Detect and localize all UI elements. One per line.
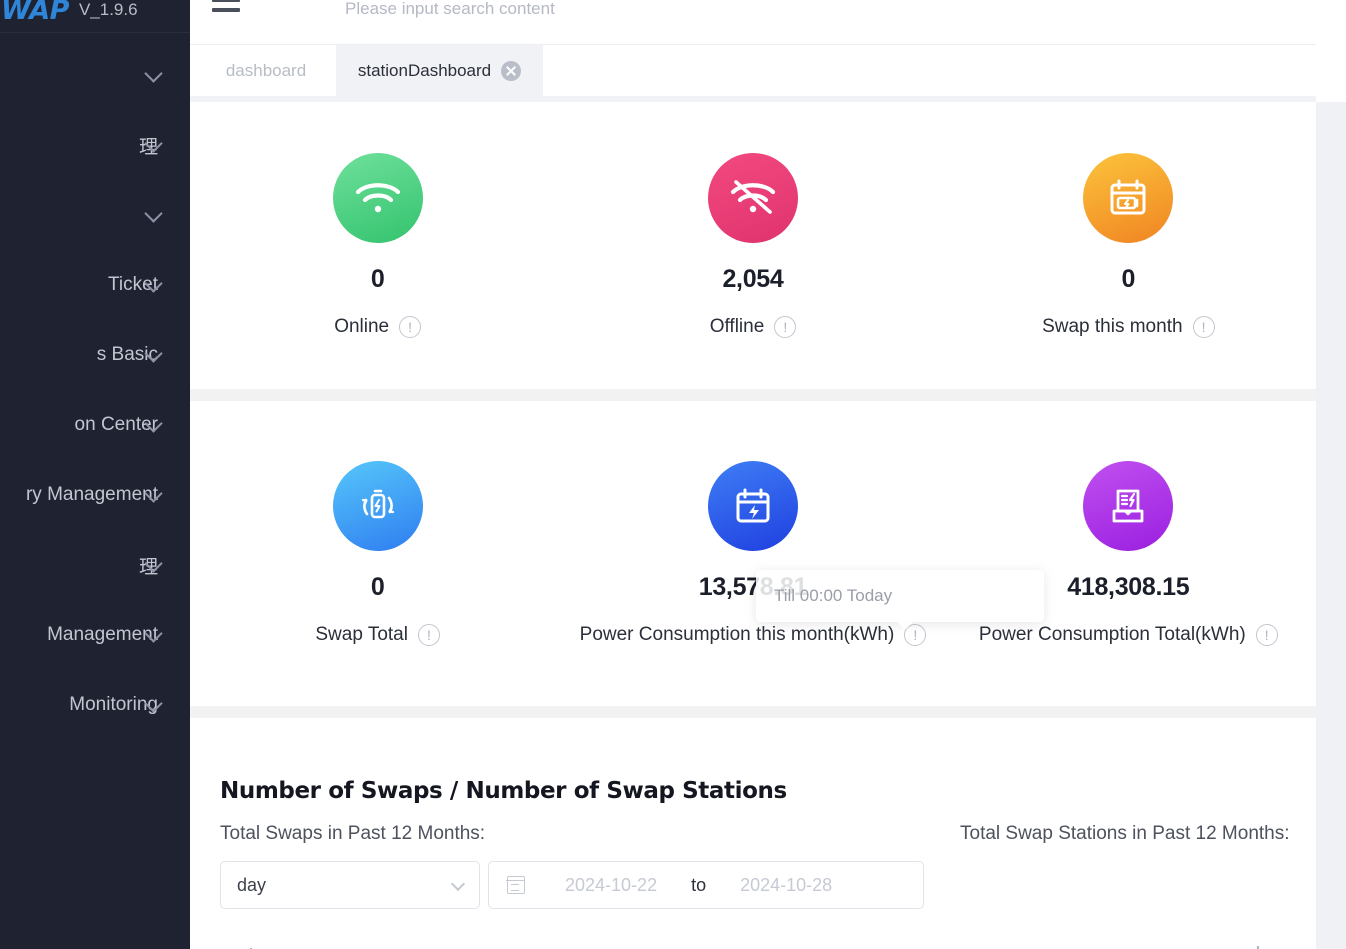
stat-label: Swap this month: [1042, 316, 1183, 337]
sidebar-item-battery-management[interactable]: ry Management: [0, 460, 190, 530]
sidebar-item-label: 理: [138, 556, 158, 578]
power-meter-icon: [1083, 461, 1174, 551]
total-swaps-label: Total Swaps in Past 12 Months:: [220, 823, 486, 844]
stat-swap-this-month: 0 Swap this month: [941, 102, 1316, 389]
wifi-icon: [332, 153, 423, 243]
stat-value: 0: [370, 265, 385, 293]
stat-value: 13,578.81: [698, 573, 808, 601]
stat-power-this-month: 13,578.81 Power Consumption this month(k…: [565, 401, 940, 706]
granularity-value: day: [237, 874, 267, 895]
tab-bar: dashboard stationDashboard: [190, 45, 1346, 96]
stat-label: Swap Total: [315, 624, 408, 645]
calendar-bolt-icon: [707, 461, 798, 551]
date-start-input[interactable]: 2024-10-22: [565, 875, 657, 896]
granularity-select[interactable]: day: [220, 861, 480, 909]
stat-label-row: Power Consumption Total(kWh): [979, 624, 1278, 646]
gutter-top-filler: [1316, 0, 1346, 102]
sidebar-item-label: ry Management: [25, 484, 158, 505]
sidebar: SWAP V_1.9.6 理 Ticket s Basic: [0, 0, 190, 949]
sidebar-logo[interactable]: SWAP V_1.9.6: [0, 0, 190, 28]
total-stations-label: Total Swap Stations in Past 12 Months:: [960, 823, 1290, 844]
stats-card-row-2: 0 Swap Total ! 13,578.81 Power Consumpti…: [190, 401, 1316, 706]
sidebar-item-label: s Basic: [96, 344, 158, 365]
sidebar-item-1[interactable]: 理: [0, 110, 190, 180]
info-icon[interactable]: [1255, 624, 1278, 646]
stat-value: 0: [1121, 265, 1136, 293]
main-area: dashboard stationDashboard: [190, 0, 1346, 949]
stat-label-row: Offline: [710, 316, 797, 338]
vertical-scrollbar[interactable]: [1328, 102, 1336, 632]
sidebar-item-label: 理: [138, 136, 158, 158]
calendar-icon: [506, 876, 525, 894]
info-icon[interactable]: [399, 316, 422, 338]
sidebar-item-0[interactable]: [0, 40, 190, 110]
stat-power-total: 418,308.15 Power Consumption Total(kWh): [941, 401, 1316, 706]
chevron-down-icon: [450, 876, 466, 892]
sidebar-menu: 理 Ticket s Basic on Center ry Management: [0, 40, 190, 740]
tab-dashboard[interactable]: dashboard: [190, 45, 342, 96]
stat-label: Power Consumption this month(kWh): [579, 624, 895, 645]
date-end-input[interactable]: 2024-10-28: [740, 875, 832, 896]
top-header: [190, 0, 1346, 45]
sidebar-item-management[interactable]: Management: [0, 600, 190, 670]
chart-card: Number of Swaps / Number of Swap Station…: [190, 718, 1316, 949]
sidebar-divider: [0, 32, 190, 33]
sidebar-item-ticket[interactable]: Ticket: [0, 250, 190, 320]
app-root: SWAP V_1.9.6 理 Ticket s Basic: [0, 0, 1346, 949]
stat-value: 2,054: [722, 265, 784, 293]
date-range-picker[interactable]: 2024-10-22 to 2024-10-28: [488, 861, 924, 909]
tab-stationdashboard[interactable]: stationDashboard: [336, 45, 543, 96]
sidebar-item-label: Ticket: [108, 274, 158, 295]
tab-label: stationDashboard: [357, 60, 492, 80]
sidebar-item-label: Management: [47, 624, 158, 645]
stats-grid: 0 Online ! 2,054 Offline ! 0 Swap this m…: [190, 102, 1316, 389]
stat-label-row: Power Consumption this month(kWh): [580, 624, 927, 646]
stat-label: Power Consumption Total(kWh): [978, 624, 1246, 645]
stats-card-row-1: 0 Online ! 2,054 Offline ! 0 Swap this m…: [190, 102, 1316, 389]
content-scroll: 0 Online ! 2,054 Offline ! 0 Swap this m…: [190, 102, 1346, 949]
date-range-separator: to: [691, 874, 707, 895]
sidebar-item-basic[interactable]: s Basic: [0, 320, 190, 390]
page-title: Number of Swaps / Number of Swap Station…: [220, 778, 787, 804]
info-icon[interactable]: [904, 624, 927, 646]
stat-label-row: Online: [334, 316, 422, 338]
info-icon[interactable]: [417, 624, 440, 646]
tab-label: dashboard: [225, 60, 307, 80]
calendar-battery-icon: [1083, 153, 1174, 243]
info-icon[interactable]: [1192, 316, 1215, 338]
sidebar-item-7[interactable]: 理: [0, 530, 190, 600]
stat-offline: 2,054 Offline: [565, 102, 940, 389]
wifi-off-icon: [707, 153, 798, 243]
sidebar-item-2[interactable]: [0, 180, 190, 250]
stat-label-row: Swap this month: [1042, 316, 1215, 338]
battery-swap-icon: [332, 461, 423, 551]
stat-value: 0: [370, 573, 385, 601]
stat-online: 0 Online: [190, 102, 565, 389]
stat-label: Online: [334, 316, 390, 337]
info-icon[interactable]: [774, 316, 797, 338]
chevron-down-icon: [144, 204, 163, 223]
hamburger-icon[interactable]: [212, 0, 240, 19]
stat-value: 418,308.15: [1067, 573, 1190, 601]
stat-label: Offline: [709, 316, 765, 337]
sidebar-item-label: on Center: [74, 414, 158, 435]
stat-swap-total: 0 Swap Total: [190, 401, 565, 706]
sidebar-item-label: Monitoring: [69, 694, 158, 715]
sidebar-item-monitoring[interactable]: Monitoring: [0, 670, 190, 740]
stat-label-row: Swap Total: [315, 624, 440, 646]
stats-grid: 0 Swap Total ! 13,578.81 Power Consumpti…: [190, 401, 1316, 706]
sidebar-item-center[interactable]: on Center: [0, 390, 190, 460]
logo-text: SWAP: [0, 0, 69, 26]
app-version: V_1.9.6: [78, 0, 138, 19]
close-icon[interactable]: [501, 60, 522, 81]
search-input[interactable]: [345, 0, 765, 24]
chevron-down-icon: [144, 64, 163, 83]
